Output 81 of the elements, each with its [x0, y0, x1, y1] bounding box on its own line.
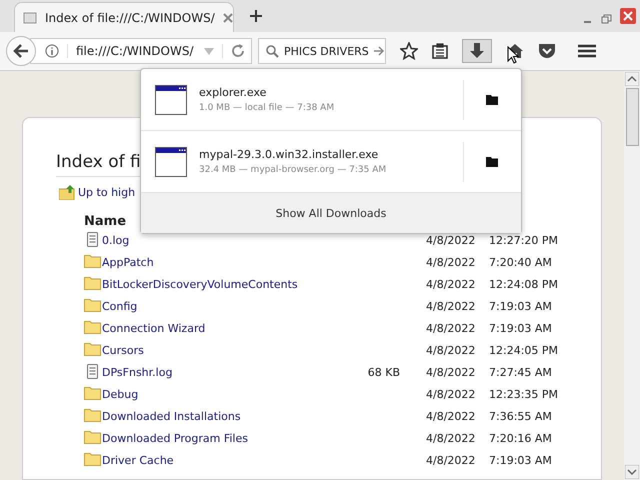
new-tab-icon[interactable] — [250, 10, 262, 22]
application-window-icon — [155, 146, 187, 176]
file-link[interactable]: DPsFnshr.log — [102, 366, 322, 378]
file-time: 12:24:08 PM — [489, 278, 558, 290]
url-field[interactable]: file:///C:/WINDOWS/ — [30, 38, 252, 64]
file-link[interactable]: Cursors — [102, 344, 322, 356]
page-icon — [23, 10, 37, 24]
file-date: 4/8/2022 — [426, 388, 476, 400]
text-file-icon — [84, 230, 101, 246]
file-size: 68 KB — [366, 366, 400, 378]
file-date: 4/8/2022 — [426, 344, 476, 356]
file-time: 7:36:55 AM — [489, 410, 552, 422]
mouse-cursor-icon — [507, 46, 519, 64]
folder-icon — [84, 386, 101, 400]
file-time: 7:19:03 AM — [489, 300, 552, 312]
star-icon[interactable] — [400, 42, 418, 60]
file-link[interactable]: 0.log — [102, 234, 322, 246]
file-date: 4/8/2022 — [426, 278, 476, 290]
close-window-icon[interactable] — [620, 8, 636, 24]
pocket-icon[interactable] — [538, 43, 556, 59]
file-link[interactable]: Connection Wizard — [102, 322, 322, 334]
folder-up-icon — [59, 185, 76, 200]
file-link[interactable]: Downloaded Program Files — [102, 432, 322, 444]
folder-icon — [84, 430, 101, 444]
arrow-right-icon[interactable] — [374, 46, 385, 56]
arrow-left-icon — [13, 44, 29, 58]
browser-tab[interactable]: Index of file:///C:/WINDOWS/ — [14, 2, 234, 32]
scroll-down-icon[interactable] — [625, 465, 639, 479]
file-link[interactable]: Debug — [102, 388, 322, 400]
back-button[interactable] — [6, 36, 36, 66]
folder-icon — [84, 276, 101, 290]
file-time: 12:23:35 PM — [489, 388, 558, 400]
folder-icon — [84, 254, 101, 268]
restore-icon[interactable] — [601, 14, 612, 24]
folder-icon — [84, 298, 101, 312]
folder-icon — [84, 408, 101, 422]
file-time: 7:19:03 AM — [489, 454, 552, 466]
file-date: 4/8/2022 — [426, 366, 476, 378]
show-all-downloads-button[interactable]: Show All Downloads — [141, 193, 521, 233]
open-folder-icon[interactable] — [486, 156, 499, 167]
file-link[interactable]: Driver Cache — [102, 454, 322, 466]
parent-directory-link[interactable]: Up to high — [78, 186, 136, 199]
search-icon — [266, 44, 279, 58]
file-link[interactable]: Config — [102, 300, 322, 312]
text-file-icon — [84, 362, 101, 378]
reload-icon[interactable] — [222, 44, 245, 58]
open-folder-icon[interactable] — [486, 94, 499, 105]
menu-icon[interactable] — [578, 44, 596, 58]
column-header: Name — [84, 214, 128, 229]
folder-icon — [84, 452, 101, 466]
scroll-up-icon[interactable] — [625, 72, 639, 86]
download-file-name: explorer.exe — [199, 86, 268, 99]
file-time: 7:20:16 AM — [489, 432, 552, 444]
file-time: 7:20:40 AM — [489, 256, 552, 268]
download-details: 1.0 MB — local file — 7:38 AM — [199, 103, 336, 113]
close-icon[interactable] — [222, 12, 233, 22]
file-date: 4/8/2022 — [426, 410, 476, 422]
file-date: 4/8/2022 — [426, 322, 476, 334]
tab-title: Index of file:///C:/WINDOWS/ — [45, 10, 215, 24]
file-link[interactable]: BitLockerDiscoveryVolumeContents — [102, 278, 322, 290]
file-date: 4/8/2022 — [426, 300, 476, 312]
clipboard-icon[interactable] — [432, 43, 448, 59]
file-link[interactable]: Downloaded Installations — [102, 410, 322, 422]
application-window-icon — [155, 84, 187, 114]
file-date: 4/8/2022 — [426, 432, 476, 444]
scrollbar[interactable] — [624, 71, 640, 480]
folder-icon — [84, 342, 101, 356]
file-time: 12:24:05 PM — [489, 344, 558, 356]
download-arrow-icon — [470, 43, 484, 59]
file-link[interactable]: AppPatch — [102, 256, 322, 268]
file-date: 4/8/2022 — [426, 454, 476, 466]
file-date: 4/8/2022 — [426, 234, 476, 246]
folder-icon — [84, 320, 101, 334]
file-time: 12:27:20 PM — [489, 234, 558, 246]
scrollbar-thumb[interactable] — [626, 88, 638, 146]
download-button[interactable] — [462, 39, 492, 63]
search-field[interactable]: PHICS DRIVERS — [258, 38, 386, 64]
file-date: 4/8/2022 — [426, 256, 476, 268]
info-icon[interactable] — [45, 44, 59, 58]
file-time: 7:19:03 AM — [489, 322, 552, 334]
file-time: 7:27:45 AM — [489, 366, 552, 378]
